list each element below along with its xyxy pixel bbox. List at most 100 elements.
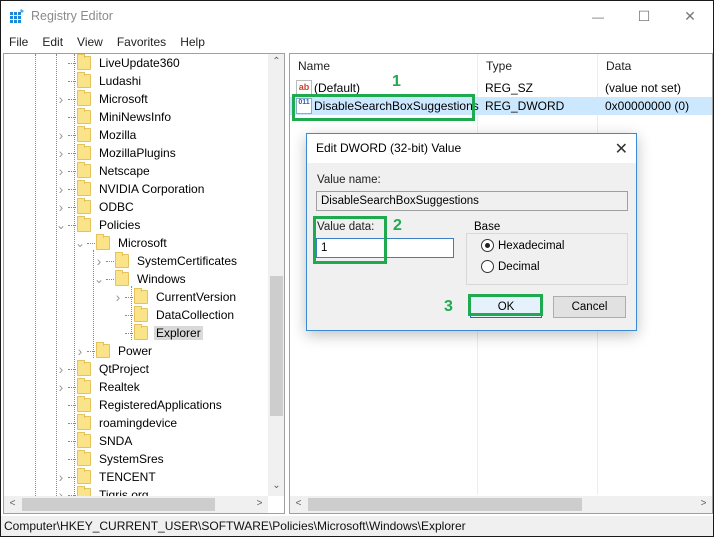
tree-item[interactable]: ⌄ Windows — [94, 270, 188, 288]
scroll-left-icon[interactable]: < — [290, 498, 307, 509]
tree-item[interactable]: ⌄ Microsoft — [75, 234, 169, 252]
maximize-button[interactable]: ☐ — [621, 1, 667, 32]
scroll-left-icon[interactable]: < — [4, 498, 21, 509]
tree-item[interactable]: DataCollection — [113, 306, 236, 324]
column-header-data[interactable]: Data — [598, 54, 631, 78]
tree-item[interactable]: › QtProject — [56, 360, 151, 378]
chevron-right-icon[interactable]: › — [56, 469, 66, 485]
radio-label: Decimal — [498, 260, 540, 273]
tree-vertical-scroll-thumb[interactable] — [270, 276, 283, 416]
tree-connector — [106, 260, 114, 262]
tree-item[interactable]: LiveUpdate360 — [56, 54, 182, 72]
scroll-up-icon[interactable]: ⌃ — [268, 56, 284, 67]
tree-item[interactable]: › SystemCertificates — [94, 252, 239, 270]
column-header-name[interactable]: Name — [290, 54, 330, 78]
scroll-right-icon[interactable]: > — [251, 498, 268, 509]
value-name-label: Value name: — [317, 174, 381, 186]
cancel-button[interactable]: Cancel — [553, 296, 626, 318]
registry-editor-icon — [10, 9, 24, 23]
tree-item-label: Netscape — [99, 164, 150, 178]
tree-item[interactable]: › ODBC — [56, 198, 136, 216]
tree-item[interactable]: › NVIDIA Corporation — [56, 180, 206, 198]
scroll-right-icon[interactable]: > — [695, 498, 712, 509]
chevron-right-icon[interactable]: › — [75, 343, 85, 359]
tree-item[interactable]: RegisteredApplications — [56, 396, 224, 414]
tree-vertical-scrollbar[interactable]: ⌃ ⌄ — [268, 54, 284, 496]
folder-icon — [77, 360, 91, 376]
chevron-right-icon[interactable]: › — [56, 91, 66, 107]
chevron-right-icon[interactable]: › — [94, 253, 104, 269]
status-bar-path: Computer\HKEY_CURRENT_USER\SOFTWARE\Poli… — [1, 516, 713, 536]
close-button[interactable]: ✕ — [667, 1, 713, 32]
radio-label: Hexadecimal — [498, 239, 565, 252]
scroll-down-icon[interactable]: ⌄ — [268, 480, 284, 491]
tree-item[interactable]: › Realtek — [56, 378, 142, 396]
tree-item[interactable]: › MozillaPlugins — [56, 144, 178, 162]
tree-connector — [68, 170, 76, 172]
tree-item[interactable]: › Netscape — [56, 162, 152, 180]
tree-item[interactable]: › TENCENT — [56, 468, 158, 486]
chevron-right-icon[interactable]: › — [56, 199, 66, 215]
registry-tree[interactable]: LiveUpdate360 Ludashi › Microsoft MiniNewsIn… — [3, 53, 285, 514]
chevron-right-icon[interactable]: › — [56, 145, 66, 161]
column-header-type[interactable]: Type — [478, 54, 512, 78]
chevron-down-icon[interactable]: ⌄ — [94, 272, 104, 286]
chevron-right-icon[interactable]: › — [56, 379, 66, 395]
chevron-right-icon[interactable]: › — [56, 361, 66, 377]
folder-icon — [115, 252, 129, 268]
radio-hexadecimal[interactable]: Hexadecimal — [481, 239, 564, 252]
tree-item[interactable]: › Power — [75, 342, 154, 360]
tree-item-label: SystemCertificates — [137, 254, 238, 268]
title-bar: Registry Editor — ☐ ✕ — [1, 1, 713, 32]
tree-item[interactable]: › Microsoft — [56, 90, 150, 108]
minimize-button[interactable]: — — [575, 1, 621, 32]
menu-favorites[interactable]: Favorites — [110, 32, 173, 52]
folder-icon — [77, 90, 91, 106]
value-type: REG_DWORD — [485, 99, 565, 113]
tree-horizontal-scroll-thumb[interactable] — [22, 498, 215, 511]
dialog-close-icon[interactable]: ✕ — [615, 139, 628, 159]
list-horizontal-scrollbar[interactable]: < > — [290, 496, 712, 513]
menu-view[interactable]: View — [70, 32, 110, 52]
folder-icon — [77, 126, 91, 142]
chevron-down-icon[interactable]: ⌄ — [75, 236, 85, 250]
tree-item[interactable]: SNDA — [56, 432, 134, 450]
list-horizontal-scroll-thumb[interactable] — [308, 498, 582, 511]
chevron-right-icon[interactable]: › — [56, 181, 66, 197]
radio-unchecked-icon[interactable] — [481, 260, 494, 273]
tree-item[interactable]: roamingdevice — [56, 414, 179, 432]
tree-item-label: CurrentVersion — [156, 290, 237, 304]
menu-edit[interactable]: Edit — [35, 32, 70, 52]
tree-connector — [68, 152, 76, 154]
chevron-right-icon[interactable]: › — [113, 289, 123, 305]
folder-icon — [77, 180, 91, 196]
tree-connector — [68, 206, 76, 208]
tree-item-label: Ludashi — [99, 74, 142, 88]
folder-icon — [134, 306, 148, 322]
tree-item[interactable]: Explorer — [113, 324, 203, 342]
chevron-right-icon[interactable]: › — [56, 163, 66, 179]
tree-horizontal-scrollbar[interactable]: < > — [4, 496, 268, 513]
tree-item[interactable]: MiniNewsInfo — [56, 108, 173, 126]
tree-item[interactable]: SystemSres — [56, 450, 166, 468]
folder-icon — [77, 108, 91, 124]
radio-decimal[interactable]: Decimal — [481, 260, 540, 273]
tree-item[interactable]: ⌄ Policies — [56, 216, 142, 234]
folder-icon — [77, 162, 91, 178]
folder-icon — [77, 450, 91, 466]
folder-icon — [77, 144, 91, 160]
chevron-down-icon[interactable]: ⌄ — [56, 218, 66, 232]
menu-help[interactable]: Help — [173, 32, 212, 52]
chevron-right-icon[interactable]: › — [56, 127, 66, 143]
tree-connector — [68, 422, 76, 424]
tree-item-label: LiveUpdate360 — [99, 56, 180, 70]
tree-item[interactable]: › CurrentVersion — [113, 288, 238, 306]
folder-icon — [77, 216, 91, 232]
annotation-number-3: 3 — [444, 298, 453, 315]
tree-connector — [68, 134, 76, 136]
menu-file[interactable]: File — [1, 32, 35, 52]
tree-item[interactable]: › Mozilla — [56, 126, 138, 144]
tree-item-label: RegisteredApplications — [99, 398, 222, 412]
tree-item[interactable]: Ludashi — [56, 72, 143, 90]
radio-checked-icon[interactable] — [481, 239, 494, 252]
